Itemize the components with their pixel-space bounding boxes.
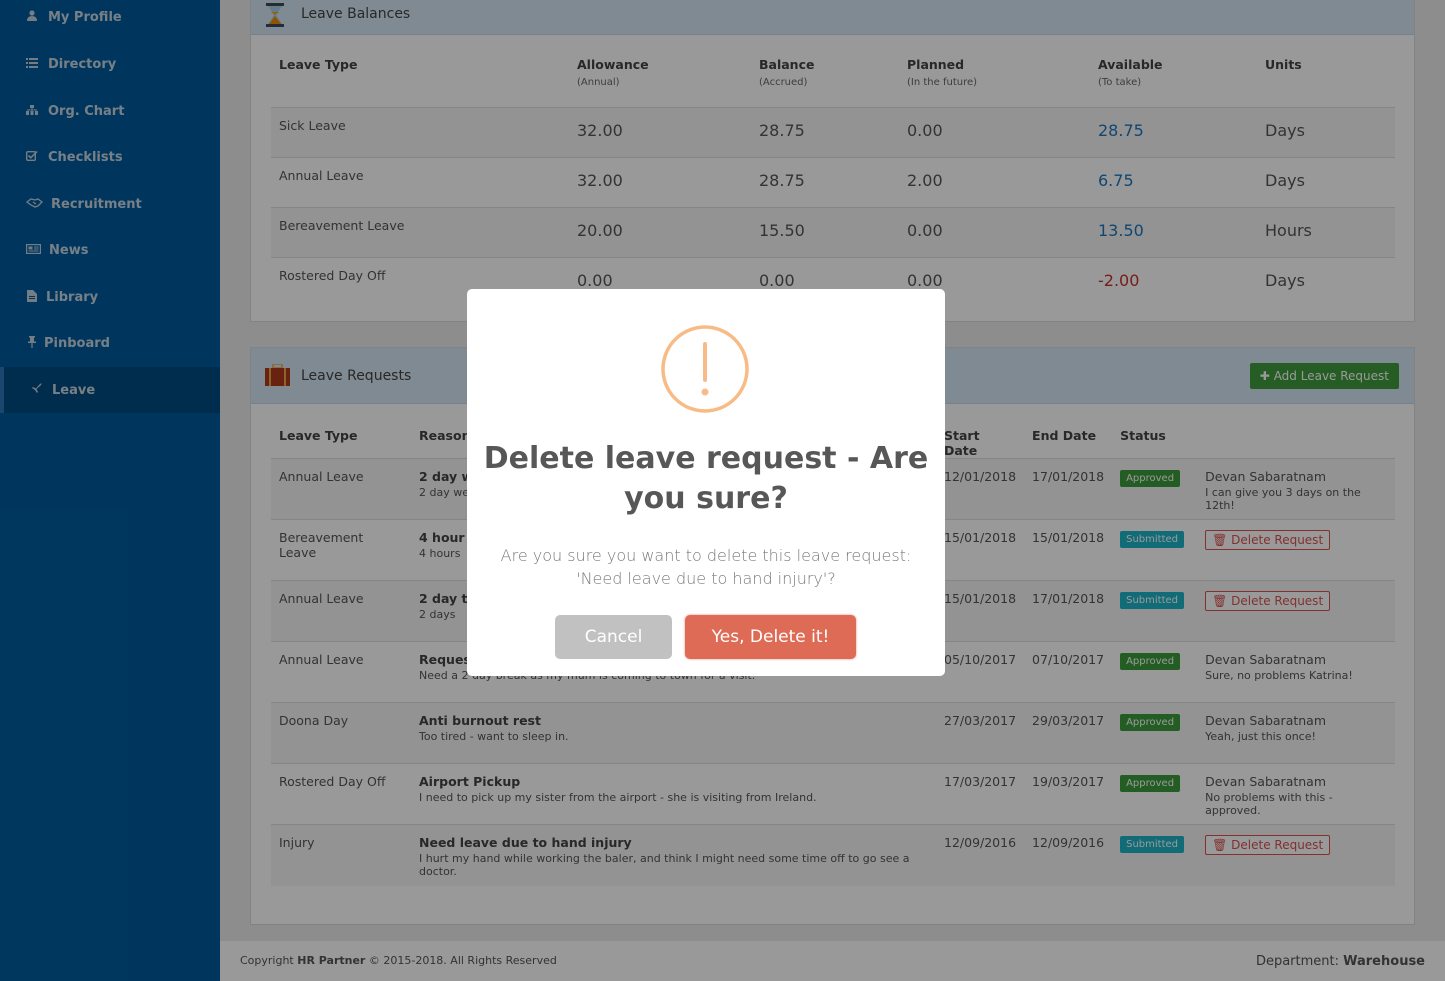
warning-icon <box>661 325 749 413</box>
dialog-message: Are you sure you want to delete this lea… <box>500 546 912 588</box>
confirm-delete-button[interactable]: Yes, Delete it! <box>685 615 856 659</box>
dialog-title: Delete leave request - Are you sure? <box>483 441 929 516</box>
cancel-button[interactable]: Cancel <box>555 615 672 659</box>
confirm-delete-dialog: Delete leave request - Are you sure? Are… <box>467 289 945 676</box>
